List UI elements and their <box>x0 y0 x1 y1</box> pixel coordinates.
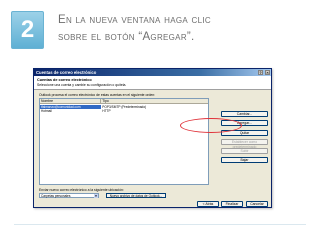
dialog-title: Cuentas de correo electrónico <box>36 70 97 75</box>
heading-line-2: sobre el botón “Agregar”. <box>58 31 195 43</box>
change-button[interactable]: Cambiar... <box>221 111 268 117</box>
account-row[interactable]: Hotmail HTTP <box>40 109 208 113</box>
move-down-button[interactable]: Bajar <box>221 157 268 163</box>
add-button-highlight-ring <box>180 118 242 133</box>
intro-text: Outlook procesa el correo electrónico de… <box>39 93 156 97</box>
new-data-file-button[interactable]: Nuevo archivo de datos de Outlook... <box>106 193 166 198</box>
deliver-folder-select[interactable]: Carpetas personales ▼ <box>39 193 99 198</box>
heading-line-1: En la nueva ventana haga clic <box>58 14 211 26</box>
header-title: Cuentas de correo electrónico <box>37 78 92 82</box>
finish-button[interactable]: Finalizar <box>221 201 243 207</box>
account-name: Hotmail <box>41 109 52 113</box>
step-number-badge: 2 <box>11 11 44 49</box>
chevron-down-icon[interactable]: ▼ <box>94 194 98 198</box>
header-subtitle: Seleccione una cuenta y cambie su config… <box>37 83 127 87</box>
account-type: HTTP <box>102 109 111 113</box>
slide: 2 En la nueva ventana haga clic sobre el… <box>0 0 320 240</box>
column-header-name[interactable]: Nombre <box>40 99 102 103</box>
slide-heading: En la nueva ventana haga clic sobre el b… <box>58 12 308 46</box>
help-icon[interactable]: ? <box>258 70 263 75</box>
column-header-type[interactable]: Tipo <box>101 99 208 103</box>
cancel-button[interactable]: Cancelar <box>246 201 268 207</box>
account-list[interactable]: Nombre Tipo tfalmanzo@comunidad.com POP3… <box>39 98 209 185</box>
email-accounts-dialog: Cuentas de correo electrónico ? × Cuenta… <box>33 68 272 208</box>
deliver-folder-value: Carpetas personales <box>41 194 71 198</box>
deliver-location-label: Enviar nuevo correo electrónico a la sig… <box>39 188 124 192</box>
set-default-button[interactable]: Establecer como predeterminado <box>221 139 268 149</box>
back-button[interactable]: < Atrás <box>197 201 219 207</box>
close-icon[interactable]: × <box>265 70 270 75</box>
list-header: Nombre Tipo <box>40 99 208 104</box>
dialog-header: Cuentas de correo electrónico Seleccione… <box>34 76 271 90</box>
dialog-titlebar: Cuentas de correo electrónico ? × <box>34 69 271 76</box>
slide-divider <box>14 224 306 225</box>
move-up-button[interactable]: Subir <box>221 148 268 154</box>
